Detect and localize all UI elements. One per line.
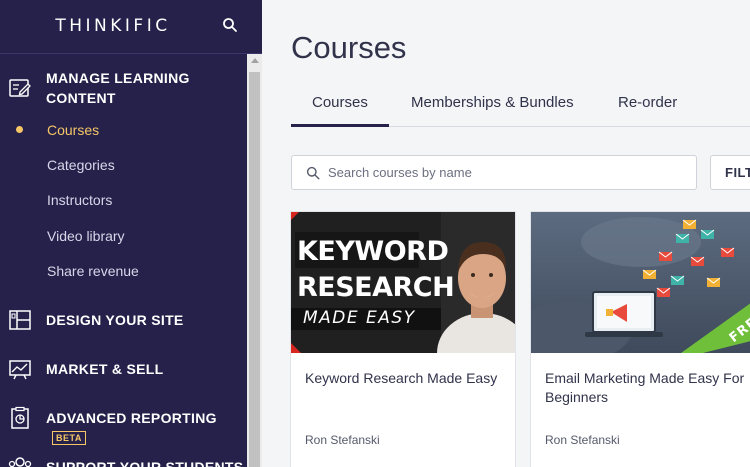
sidebar-item-share-revenue[interactable]: Share revenue (47, 263, 139, 279)
sidebar-header: THINKIFIC (0, 0, 262, 54)
sidebar-item-categories[interactable]: Categories (47, 157, 115, 173)
course-card[interactable]: KEYWORD RESEARCH MADE EASY Keyword Resea… (290, 211, 516, 467)
email-marketing-thumbnail-image (531, 212, 750, 353)
sidebar-scrollbar-thumb[interactable] (249, 72, 260, 467)
nav-section-title: ADVANCED REPORTING BETA (46, 408, 247, 448)
nav-section-title-text: ADVANCED REPORTING (46, 410, 217, 426)
tab-bar: Courses Memberships & Bundles Re-order (291, 80, 750, 127)
scroll-up-arrow-icon[interactable] (251, 58, 259, 63)
nav-section-title: DESIGN YOUR SITE (46, 312, 184, 328)
nav-section-design-your-site[interactable]: DESIGN YOUR SITE (0, 308, 247, 334)
filter-button[interactable]: FILT (710, 155, 750, 190)
course-author: Ron Stefanski (545, 433, 620, 447)
course-card[interactable]: FREE Email Marketing Made Easy For Begin… (530, 211, 750, 467)
nav-section-title: MANAGE LEARNING (46, 70, 190, 86)
nav-section-title: MARKET & SELL (46, 361, 164, 377)
sidebar-item-video-library[interactable]: Video library (47, 228, 125, 244)
course-title[interactable]: Email Marketing Made Easy For Beginners (545, 369, 745, 407)
page-title: Courses (291, 30, 407, 65)
beta-badge: BETA (52, 431, 86, 445)
search-icon (306, 166, 320, 180)
active-tab-underline (291, 124, 389, 127)
sidebar-item-courses[interactable]: Courses (47, 122, 99, 138)
sidebar-item-instructors[interactable]: Instructors (47, 192, 112, 208)
sidebar: THINKIFIC MANAGE LEARNING CONTENT Course… (0, 0, 262, 467)
nav-section-advanced-reporting[interactable]: ADVANCED REPORTING BETA (0, 406, 247, 445)
search-input[interactable] (328, 156, 688, 189)
edit-icon (9, 79, 31, 97)
thumbnail-line-1: KEYWORD (297, 236, 449, 267)
users-icon (8, 457, 32, 467)
tab-reorder[interactable]: Re-order (618, 94, 677, 111)
nav-section-market-and-sell[interactable]: MARKET & SELL (0, 357, 247, 383)
report-icon (11, 406, 29, 429)
active-indicator-dot (16, 126, 23, 133)
nav-section-manage-learning-content[interactable]: MANAGE LEARNING CONTENT (0, 66, 247, 110)
layout-icon (9, 310, 31, 330)
course-search (291, 155, 697, 190)
course-author: Ron Stefanski (305, 433, 380, 447)
course-thumbnail: FREE (531, 212, 750, 353)
thumbnail-line-3: MADE EASY (303, 308, 416, 328)
course-title[interactable]: Keyword Research Made Easy (305, 369, 505, 388)
tab-memberships-bundles[interactable]: Memberships & Bundles (411, 94, 574, 111)
nav-section-title-line2: CONTENT (46, 90, 116, 106)
main-content: Courses Courses Memberships & Bundles Re… (262, 0, 750, 467)
course-thumbnail: KEYWORD RESEARCH MADE EASY (291, 212, 515, 353)
search-icon[interactable] (222, 17, 238, 33)
tab-courses[interactable]: Courses (312, 94, 368, 111)
nav-section-title: SUPPORT YOUR STUDENTS (46, 459, 244, 467)
thumbnail-line-2: RESEARCH (297, 272, 455, 303)
chart-icon (9, 360, 31, 380)
nav-section-support-your-students[interactable]: SUPPORT YOUR STUDENTS (0, 455, 247, 467)
